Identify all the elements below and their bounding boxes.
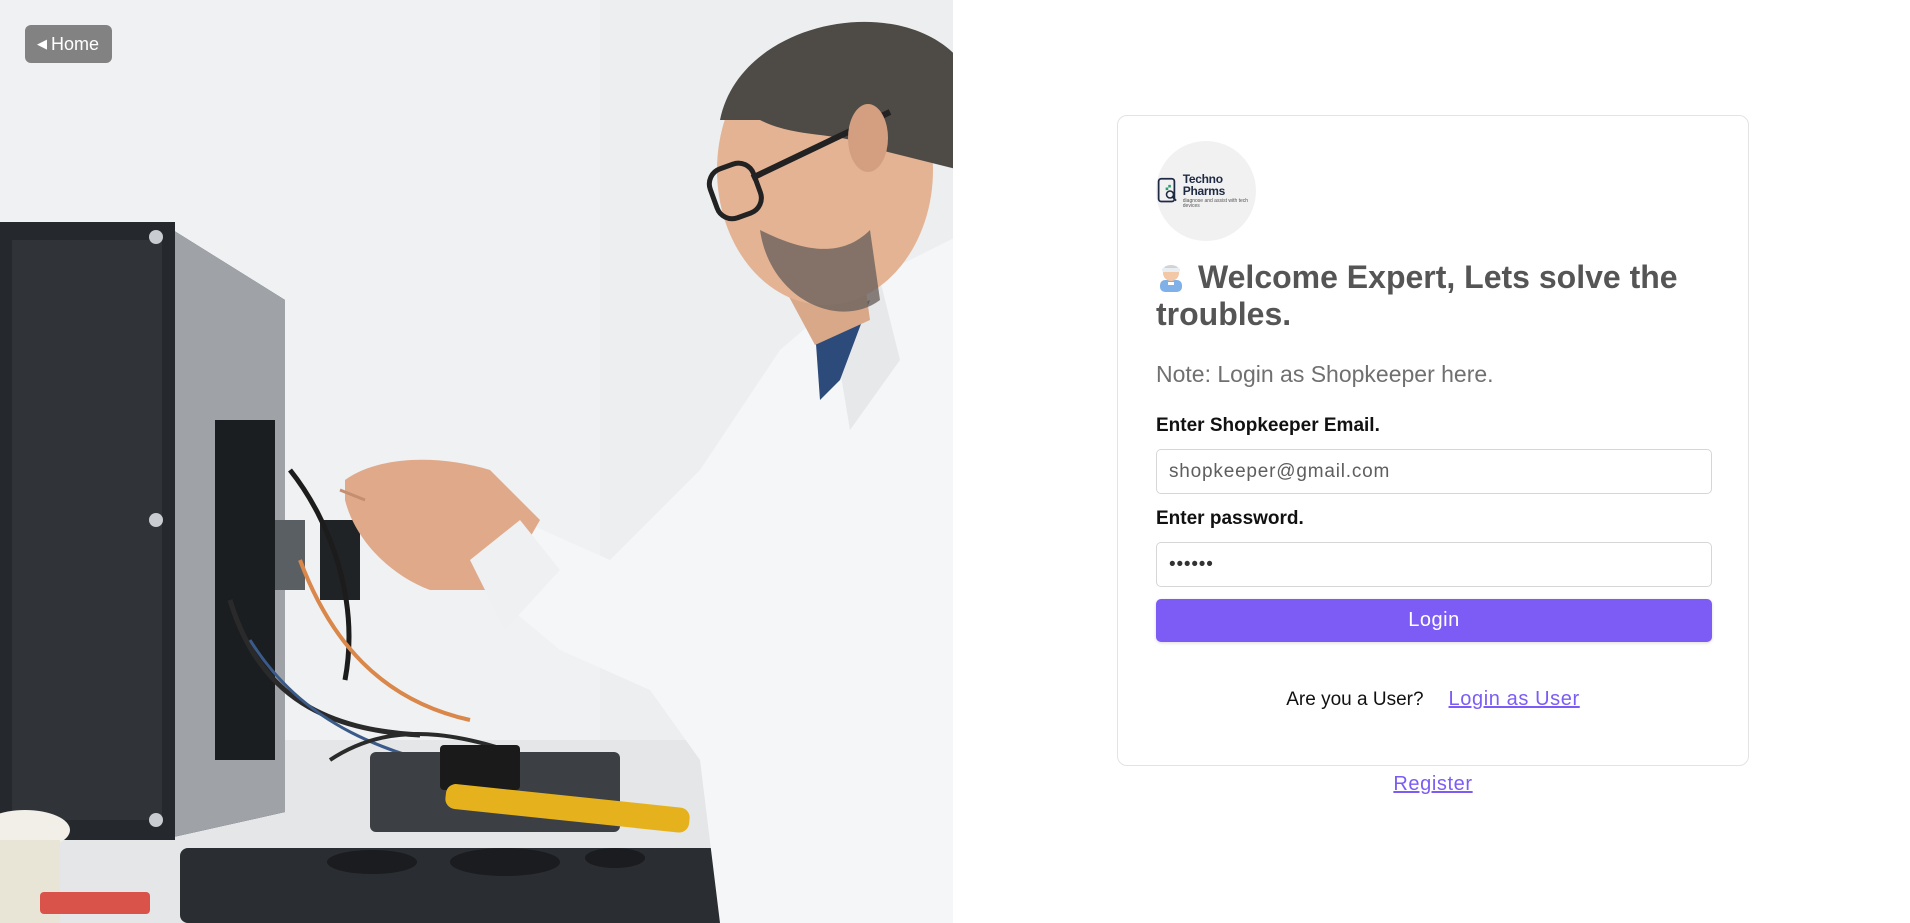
welcome-heading: Welcome Expert, Lets solve the troubles.	[1156, 259, 1710, 333]
welcome-text: Welcome Expert, Lets solve the troubles.	[1156, 259, 1678, 332]
password-label: Enter password.	[1156, 508, 1304, 529]
login-card: Techno Pharms diagnose and assist with t…	[1117, 115, 1749, 766]
technician-emoji-icon	[1160, 265, 1182, 292]
register-row: Register	[1117, 773, 1749, 796]
hero-image: ◀ Home	[0, 0, 953, 923]
user-login-row: Are you a User? Login as User	[1156, 688, 1710, 711]
login-panel: Techno Pharms diagnose and assist with t…	[953, 0, 1910, 923]
home-button[interactable]: ◀ Home	[25, 25, 113, 63]
user-question: Are you a User?	[1286, 688, 1424, 710]
technician-illustration	[0, 0, 953, 923]
login-as-user-link[interactable]: Login as User	[1449, 688, 1580, 711]
register-link[interactable]: Register	[1393, 773, 1472, 795]
email-field[interactable]	[1156, 449, 1712, 494]
home-button-label: Home	[51, 33, 100, 54]
logo-text-line2: Pharms	[1182, 184, 1226, 198]
login-page: ◀ Home Techno Pharms diagnose and assist…	[0, 0, 1910, 923]
login-button[interactable]: Login	[1156, 599, 1712, 642]
phone-heart-icon	[1157, 177, 1177, 203]
email-label: Enter Shopkeeper Email.	[1156, 415, 1380, 436]
back-triangle-icon: ◀	[37, 36, 47, 51]
password-field[interactable]	[1156, 542, 1712, 587]
login-note: Note: Login as Shopkeeper here.	[1156, 361, 1494, 387]
logo-tagline: diagnose and assist with tech devices	[1182, 198, 1249, 209]
brand-logo: Techno Pharms diagnose and assist with t…	[1156, 141, 1256, 241]
